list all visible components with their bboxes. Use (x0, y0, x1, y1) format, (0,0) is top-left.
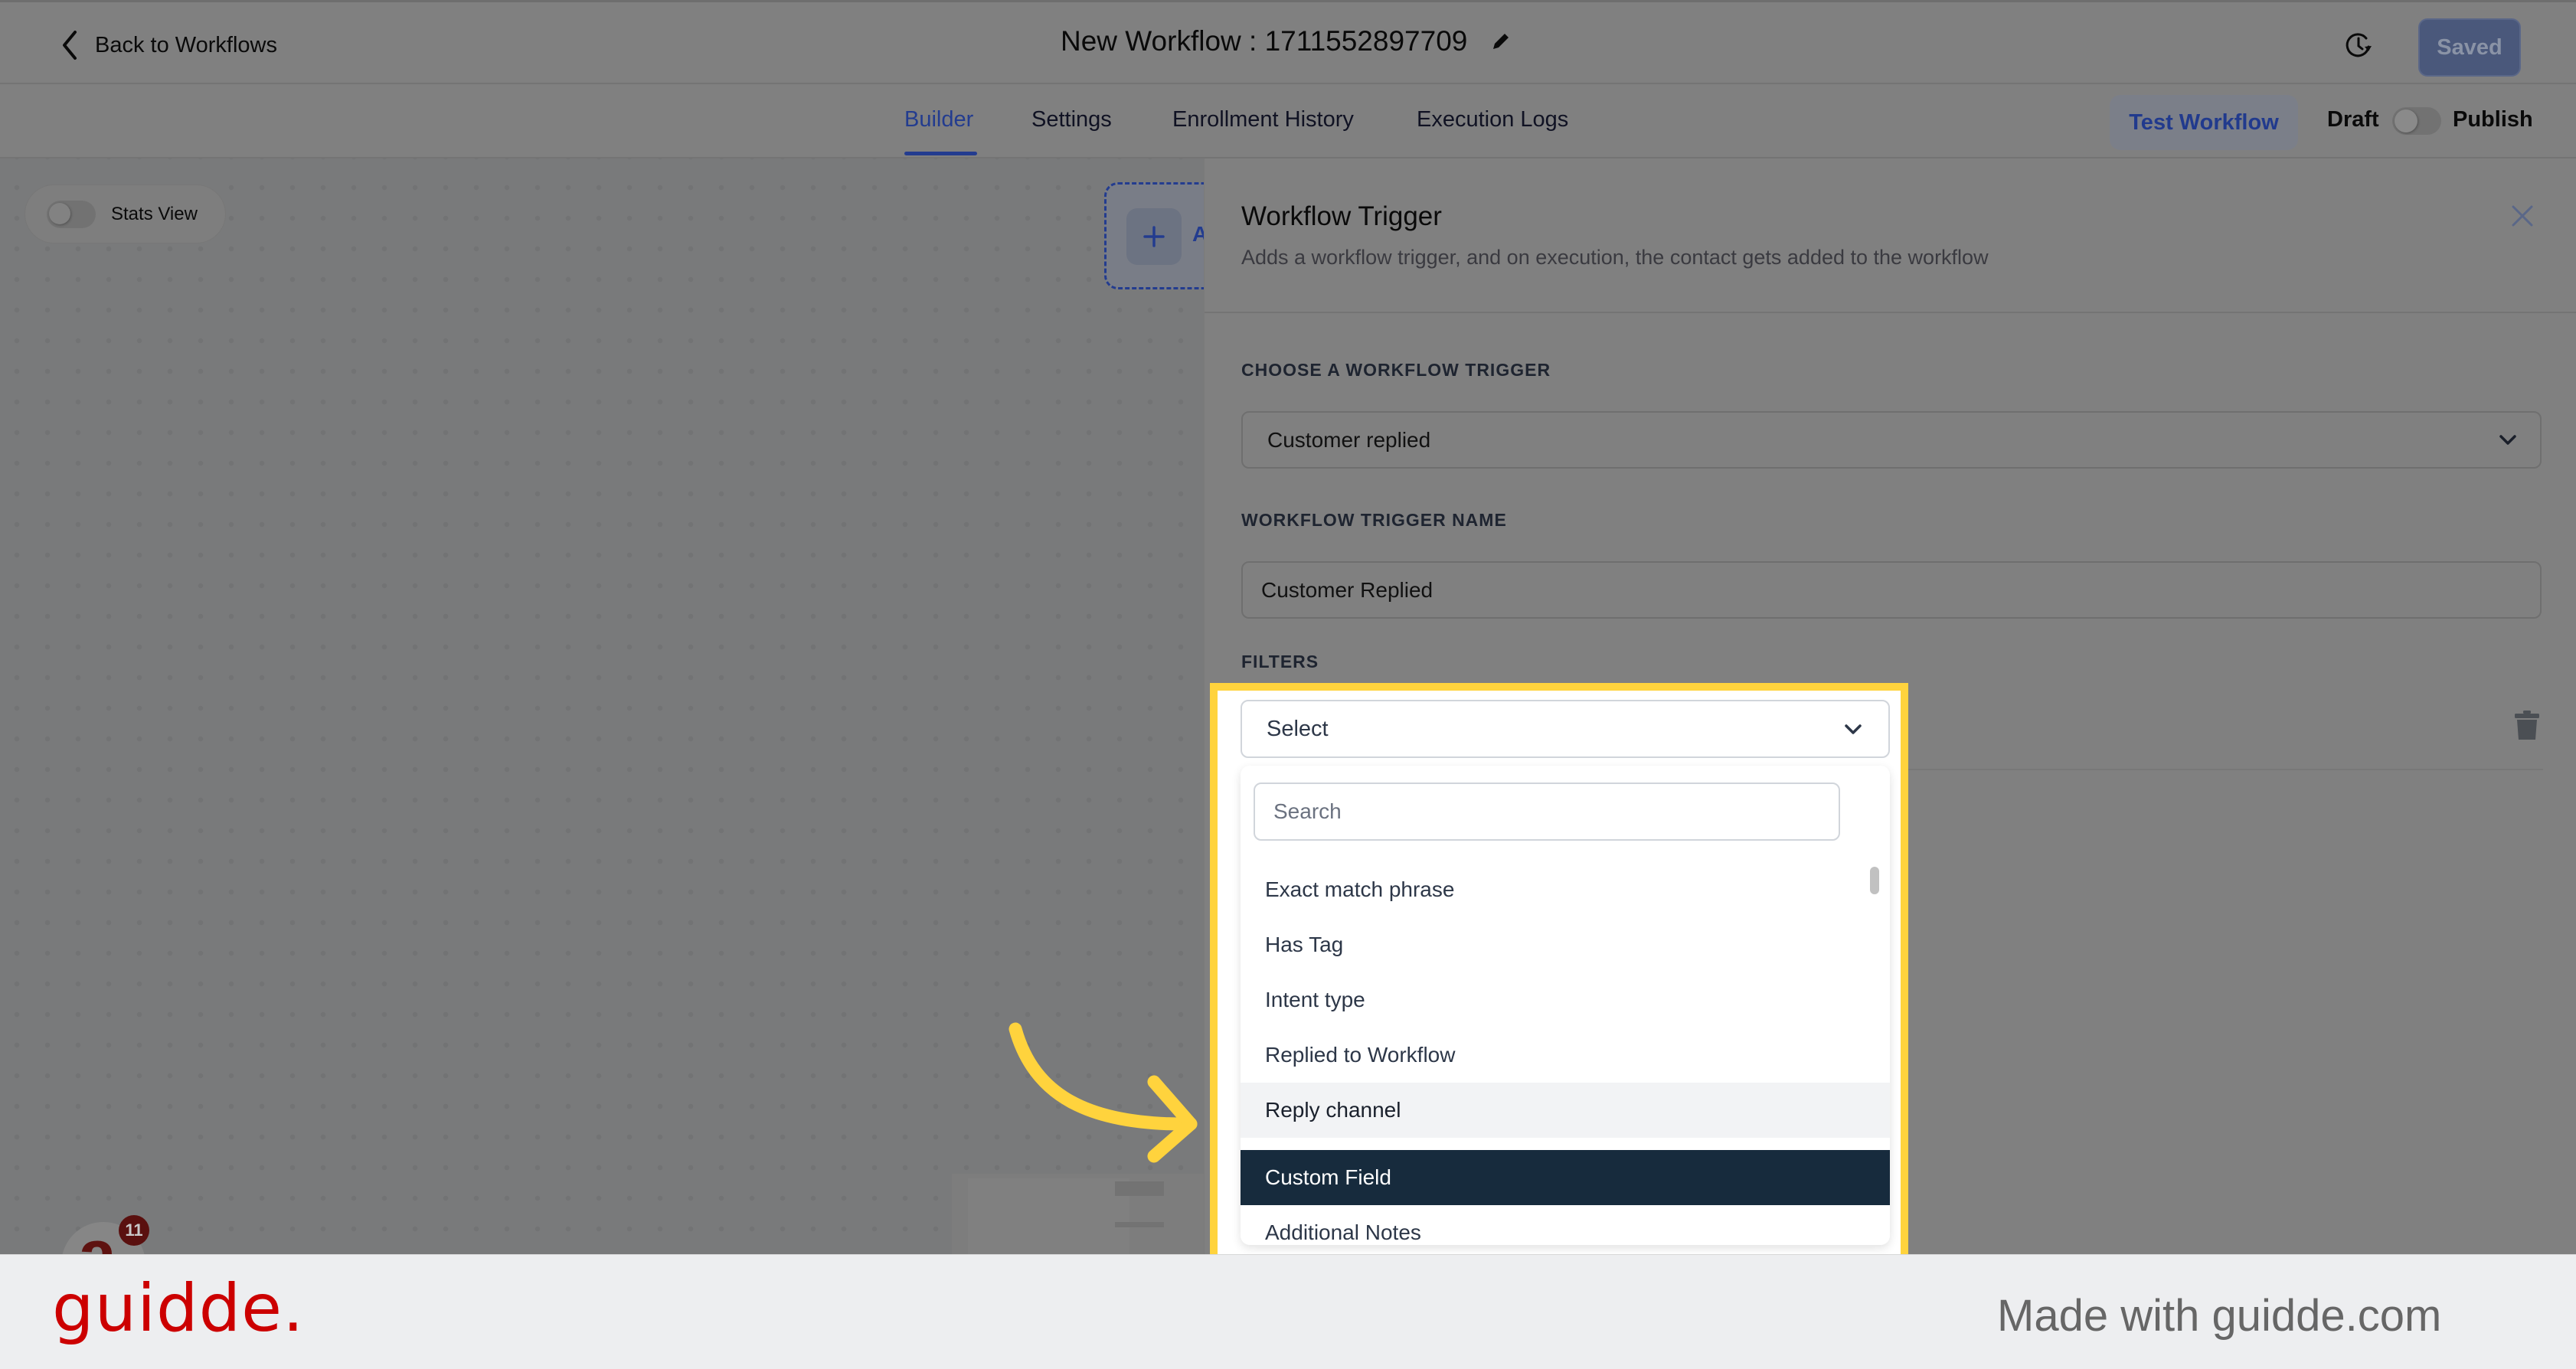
back-to-workflows-link[interactable]: Back to Workflows (61, 28, 277, 62)
dropdown-option[interactable]: Additional Notes (1241, 1205, 1890, 1245)
toggle-knob (49, 202, 70, 224)
tab-enrollment-history[interactable]: Enrollment History (1172, 107, 1354, 132)
guidde-footer: guidde. Made with guidde.com (0, 1254, 2576, 1369)
saved-button[interactable]: Saved (2418, 18, 2521, 77)
add-trigger-label: A (1192, 222, 1204, 246)
filters-label: FILTERS (1241, 652, 1319, 671)
trigger-type-label: CHOOSE A WORKFLOW TRIGGER (1241, 360, 1551, 380)
filter-dropdown-menu: Search Exact match phrase Has Tag Intent… (1241, 766, 1890, 1245)
made-with-label: Made with guidde.com (1997, 1291, 2442, 1341)
edit-pencil-icon[interactable] (1490, 31, 1512, 52)
active-tab-indicator (904, 152, 977, 155)
dropdown-option[interactable]: Exact match phrase (1241, 862, 1890, 917)
minimap-node (1115, 1181, 1164, 1196)
notification-badge: 11 (119, 1215, 149, 1246)
dropdown-option[interactable]: Has Tag (1241, 917, 1890, 972)
trigger-name-value: Customer Replied (1261, 577, 1433, 602)
test-workflow-button[interactable]: Test Workflow (2110, 95, 2298, 150)
trigger-name-label: WORKFLOW TRIGGER NAME (1241, 510, 1507, 530)
stats-view-label: Stats View (111, 203, 198, 224)
stats-view-toggle[interactable] (47, 200, 96, 228)
minimap-node (1115, 1222, 1164, 1227)
history-icon[interactable] (2343, 30, 2374, 60)
panel-title: Workflow Trigger (1241, 201, 1442, 231)
chevron-down-icon (2499, 435, 2516, 445)
tab-builder[interactable]: Builder (904, 107, 973, 132)
dropdown-option-selected[interactable]: Custom Field (1241, 1150, 1890, 1205)
trigger-type-value: Customer replied (1267, 427, 1431, 452)
dropdown-option-hovered[interactable]: Reply channel (1241, 1083, 1890, 1138)
annotation-arrow-icon (1008, 1022, 1198, 1163)
filter-select[interactable]: Select (1241, 700, 1890, 758)
minimap[interactable] (952, 1174, 1204, 1254)
plus-icon (1126, 208, 1182, 265)
toggle-knob (2395, 109, 2417, 132)
tab-execution-logs[interactable]: Execution Logs (1417, 107, 1568, 132)
panel-header: Workflow Trigger Adds a workflow trigger… (1205, 158, 2576, 313)
trigger-name-input[interactable]: Customer Replied (1241, 561, 2542, 619)
panel-subtitle: Adds a workflow trigger, and on executio… (1241, 246, 1989, 269)
chevron-down-icon (1845, 724, 1862, 734)
workflow-title-text: New Workflow : 1711552897709 (1061, 25, 1468, 57)
publish-label: Publish (2453, 107, 2533, 132)
draft-label: Draft (2327, 107, 2379, 132)
publish-toggle[interactable] (2392, 107, 2441, 135)
avatar-letter: a (78, 1216, 116, 1254)
tab-settings[interactable]: Settings (1031, 107, 1112, 132)
add-trigger-node[interactable]: A (1104, 182, 1204, 289)
help-widget-avatar[interactable]: a 11 (61, 1215, 149, 1254)
minimap-viewport (968, 1178, 1129, 1254)
stats-view-control: Stats View (25, 185, 226, 243)
trash-icon[interactable] (2514, 710, 2540, 740)
workflow-title: New Workflow : 1711552897709 (1061, 25, 1512, 57)
top-bar: Back to Workflows New Workflow : 1711552… (0, 0, 2576, 84)
chevron-left-icon (63, 31, 77, 60)
dropdown-option[interactable]: Intent type (1241, 972, 1890, 1028)
filter-select-value: Select (1267, 716, 1329, 741)
trigger-type-select[interactable]: Customer replied (1241, 411, 2542, 469)
guidde-logo: guidde. (52, 1270, 305, 1347)
dropdown-option[interactable]: Replied to Workflow (1241, 1028, 1890, 1083)
tab-bar: Builder Settings Enrollment History Exec… (0, 84, 2576, 158)
dropdown-search-input[interactable]: Search (1254, 783, 1840, 841)
back-label: Back to Workflows (95, 32, 277, 57)
close-icon[interactable] (2511, 204, 2534, 227)
